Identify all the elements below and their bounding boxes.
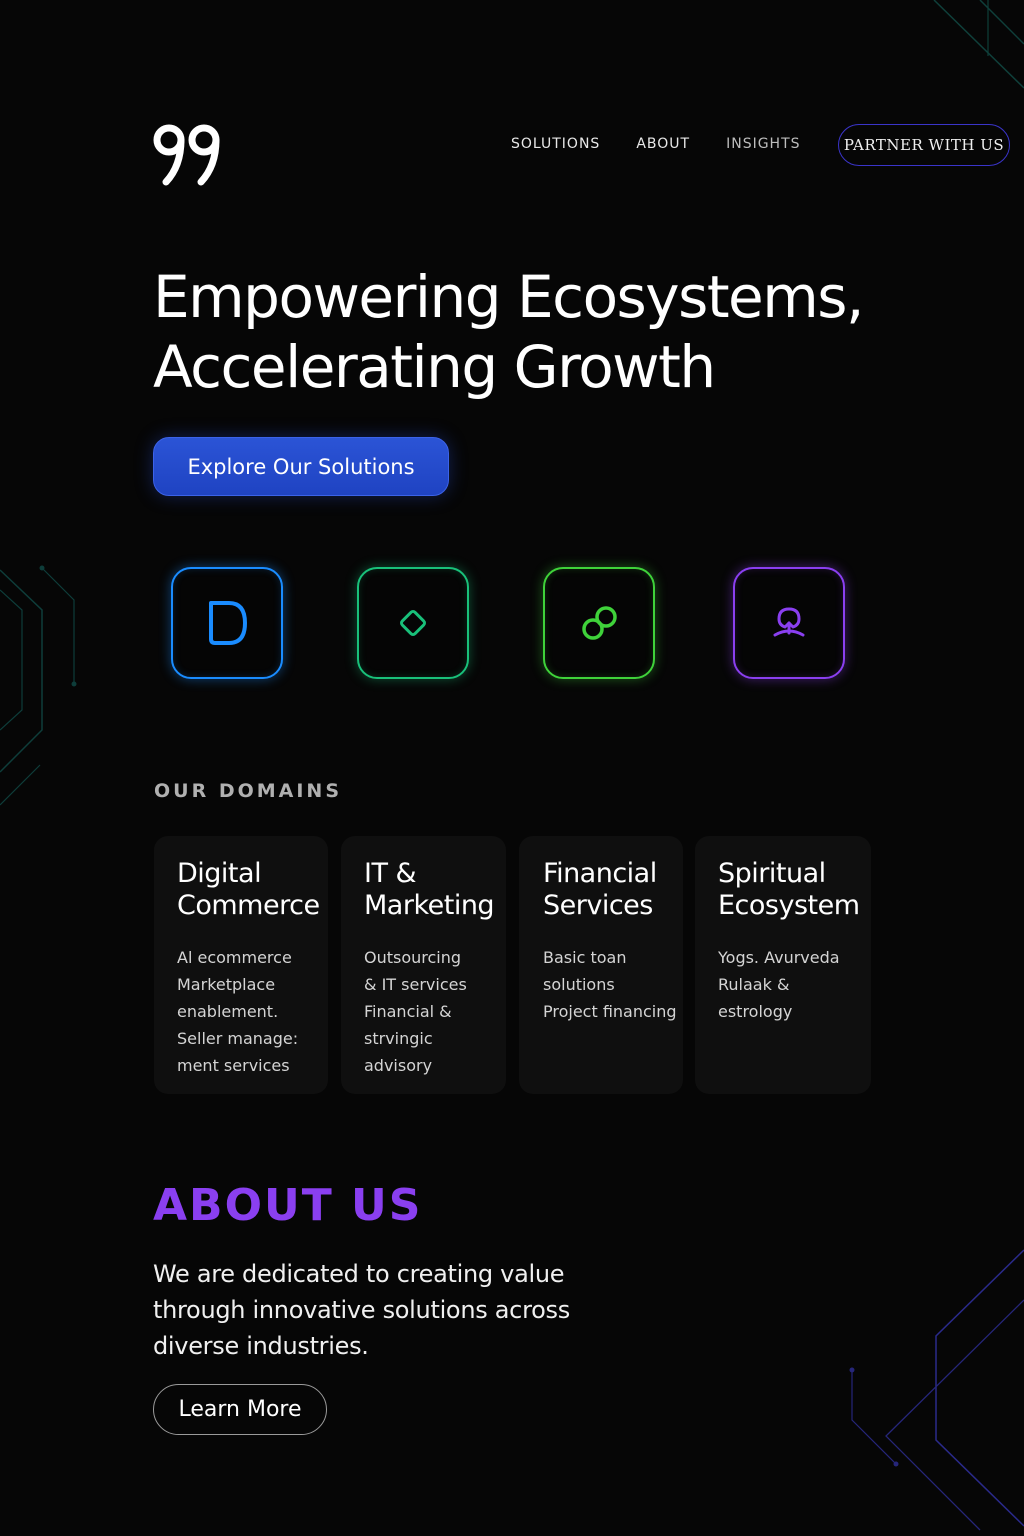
link-rings-icon: [582, 606, 617, 640]
card-title-line: Digital: [177, 858, 262, 889]
card-desc-line: Outsourcing: [364, 948, 462, 967]
domains-section-label: OUR DOMAINS: [154, 780, 343, 802]
card-desc-line: Yogs. Avurveda: [718, 948, 840, 967]
about-description: We are dedicated to creating value throu…: [153, 1256, 593, 1364]
card-desc-line: Financial &: [364, 1002, 452, 1021]
card-title-line: Spiritual: [718, 858, 826, 889]
domain-card-title: Digital Commerce: [177, 858, 328, 922]
card-desc-line: enablement.: [177, 1002, 279, 1021]
about-text-line: through innovative solutions across: [153, 1296, 570, 1324]
link-rings-icon-tile[interactable]: [543, 567, 655, 679]
circuit-decoration-left: [0, 565, 77, 806]
card-title-line: Marketing: [364, 890, 495, 921]
nav-link-insights[interactable]: INSIGHTS: [726, 136, 800, 152]
domain-card-it-marketing[interactable]: IT & Marketing Outsourcing & IT services…: [341, 836, 506, 1094]
card-desc-line: advisory: [364, 1056, 433, 1075]
domain-card-description: Al ecommerce Marketplace enablement. Sel…: [177, 944, 328, 1079]
explore-solutions-button[interactable]: Explore Our Solutions: [153, 437, 449, 496]
card-title-line: Financial: [543, 858, 657, 889]
domain-card-description: Outsourcing & IT services Financial & st…: [364, 944, 506, 1079]
card-desc-line: Marketplace: [177, 975, 276, 994]
about-section-title: ABOUT US: [153, 1180, 423, 1231]
about-text-line: diverse industries.: [153, 1332, 369, 1360]
domain-card-title: IT & Marketing: [364, 858, 506, 922]
card-desc-line: solutions: [543, 975, 615, 994]
card-desc-line: estrology: [718, 1002, 793, 1021]
card-desc-line: Project financing: [543, 1002, 677, 1021]
diamond-icon: [400, 610, 426, 636]
domain-card-spiritual-ecosystem[interactable]: Spiritual Ecosystem Yogs. Avurveda Rulaa…: [695, 836, 871, 1094]
card-desc-line: ment services: [177, 1056, 290, 1075]
domain-card-financial-services[interactable]: Financial Services Basic toan solutions …: [519, 836, 683, 1094]
card-desc-line: Seller manage:: [177, 1029, 299, 1048]
nav-link-solutions[interactable]: SOLUTIONS: [511, 136, 600, 152]
d-shape-icon-tile[interactable]: [171, 567, 283, 679]
learn-more-button[interactable]: Learn More: [153, 1384, 327, 1435]
domain-card-description: Basic toan solutions Project financing: [543, 944, 683, 1025]
card-title-line: Commerce: [177, 890, 320, 921]
domain-card-description: Yogs. Avurveda Rulaak & estrology: [718, 944, 871, 1025]
page: SOLUTIONS ABOUT INSIGHTS PARTNER WITH US…: [0, 0, 1024, 1536]
domain-card-digital-commerce[interactable]: Digital Commerce Al ecommerce Marketplac…: [154, 836, 328, 1094]
domain-card-title: Spiritual Ecosystem: [718, 858, 871, 922]
hero-title-line2: Accelerating Growth: [153, 333, 716, 401]
card-title-line: Ecosystem: [718, 890, 860, 921]
card-title-line: Services: [543, 890, 653, 921]
d-shape-icon: [209, 601, 247, 645]
circuit-decoration-top-right: [933, 0, 1024, 89]
partner-with-us-button[interactable]: PARTNER WITH US: [838, 124, 1010, 166]
main-nav: SOLUTIONS ABOUT INSIGHTS: [511, 136, 837, 152]
nav-link-about[interactable]: ABOUT: [636, 136, 690, 152]
hero-title: Empowering Ecosystems, Accelerating Grow…: [153, 262, 913, 402]
lotus-icon: [773, 607, 805, 637]
brand-logo[interactable]: [152, 120, 224, 188]
card-desc-line: Basic toan: [543, 948, 627, 967]
lotus-icon-tile[interactable]: [733, 567, 845, 679]
domain-card-title: Financial Services: [543, 858, 683, 922]
card-desc-line: Al ecommerce: [177, 948, 292, 967]
circuit-decoration-bottom-right: [849, 1249, 1024, 1531]
card-desc-line: Rulaak &: [718, 975, 790, 994]
hero-title-line1: Empowering Ecosystems,: [153, 263, 864, 331]
card-desc-line: & IT services: [364, 975, 467, 994]
about-text-line: We are dedicated to creating value: [153, 1260, 565, 1288]
card-title-line: IT &: [364, 858, 417, 889]
card-desc-line: strvingic: [364, 1029, 433, 1048]
diamond-icon-tile[interactable]: [357, 567, 469, 679]
